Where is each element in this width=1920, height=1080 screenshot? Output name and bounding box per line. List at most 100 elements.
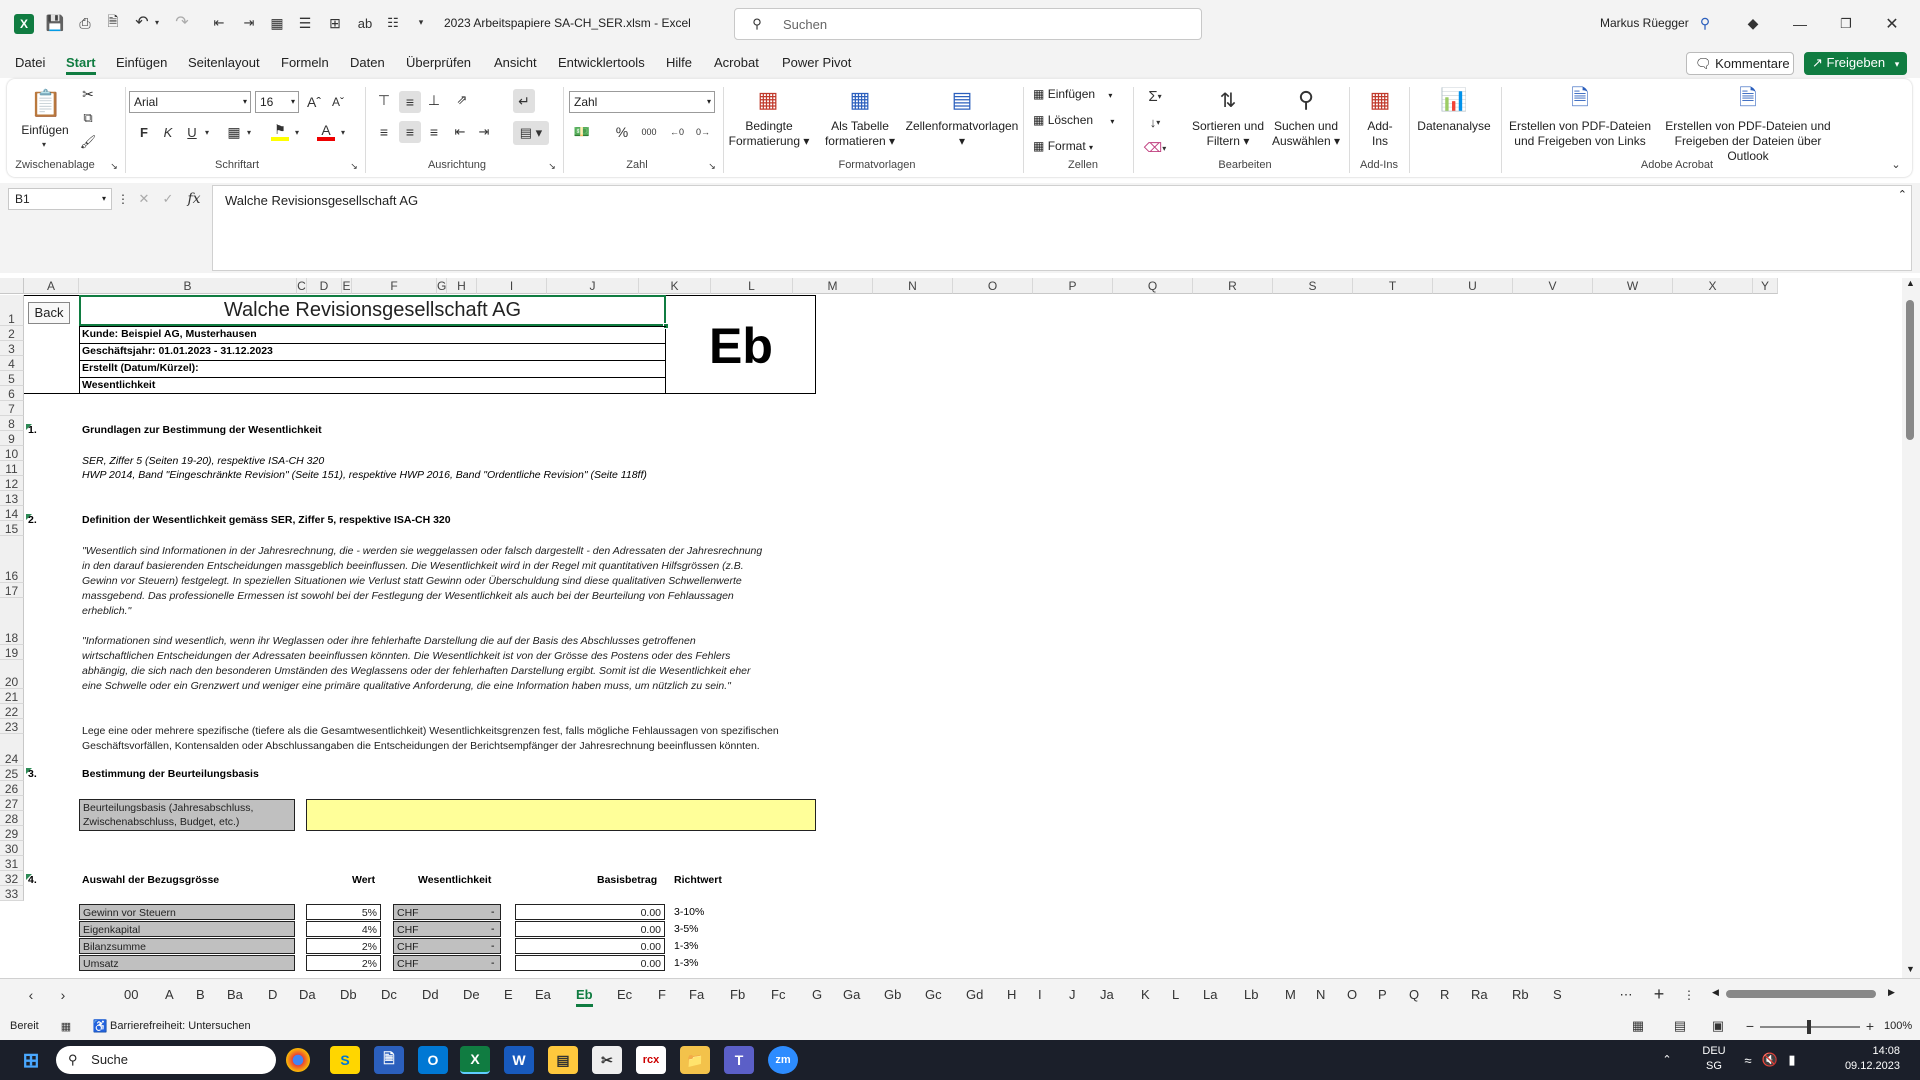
alignment-launcher-icon[interactable]: ↘ <box>547 161 557 171</box>
column-header-m[interactable]: M <box>793 278 873 294</box>
wrap-text-icon[interactable]: ↵ <box>513 89 535 113</box>
sheet-tab-h[interactable]: H <box>1007 987 1016 1002</box>
add-sheet-icon[interactable]: + <box>1650 984 1668 1004</box>
column-header-c[interactable]: C <box>297 278 307 294</box>
sheet-tab-f[interactable]: F <box>658 987 666 1002</box>
org-chart-icon[interactable]: ☷ <box>384 14 402 32</box>
column-header-y[interactable]: Y <box>1753 278 1778 294</box>
sheet-tab-la[interactable]: La <box>1203 987 1217 1002</box>
tab-ueberpruefen[interactable]: Überprüfen <box>406 55 471 70</box>
scroll-thumb[interactable] <box>1906 300 1914 440</box>
sheet-tab-j[interactable]: J <box>1069 987 1076 1002</box>
pdf-link-icon[interactable]: 🗎 <box>1565 85 1595 115</box>
tab-datei[interactable]: Datei <box>15 55 45 70</box>
sheet-tab-n[interactable]: N <box>1316 987 1325 1002</box>
column-header-s[interactable]: S <box>1273 278 1353 294</box>
align-center-icon[interactable]: ≡ <box>399 121 421 143</box>
wifi-icon[interactable]: ≈ <box>1740 1052 1756 1068</box>
row-header-15[interactable]: 15 <box>0 521 24 536</box>
taskbar-search[interactable]: ⚲ Suche <box>56 1046 276 1074</box>
row-header-3[interactable]: 3 <box>0 341 24 356</box>
row-header-16[interactable]: 16 <box>0 536 24 583</box>
cut-icon[interactable]: ✂ <box>79 85 97 103</box>
redo-icon[interactable]: ↷ <box>172 12 192 32</box>
borders-icon[interactable]: ⊞ <box>326 14 344 32</box>
data-analysis-icon[interactable]: 📊 <box>1439 85 1469 115</box>
horizontal-scrollbar[interactable]: ◀ ▶ <box>1712 987 1902 1001</box>
vertical-scrollbar[interactable]: ▲ ▼ <box>1902 278 1920 978</box>
list-icon[interactable]: ☰ <box>296 14 314 32</box>
pdf-outlook-label[interactable]: Erstellen von PDF-Dateien und Freigeben d… <box>1661 119 1835 164</box>
align-bottom-icon[interactable]: ⊥ <box>425 91 443 109</box>
customize-toolbar-icon[interactable]: ▾ <box>416 15 426 29</box>
bold-button[interactable]: F <box>135 123 153 141</box>
font-size-select[interactable]: 16 ▾ <box>255 91 299 113</box>
paste-label[interactable]: Einfügen <box>20 123 70 138</box>
row-header-24[interactable]: 24 <box>0 734 24 766</box>
cell-styles-label[interactable]: Zellenformatvorlagen ▾ <box>901 119 1023 149</box>
next-sheet-icon[interactable]: › <box>56 987 70 1003</box>
merge-center-icon[interactable]: ▤ ▾ <box>513 121 549 145</box>
sheet-tab-ra[interactable]: Ra <box>1471 987 1488 1002</box>
sort-filter-icon[interactable]: ⇅ <box>1213 85 1243 115</box>
autosum-icon[interactable]: Σ ▾ <box>1141 87 1169 105</box>
find-select-icon[interactable]: ⚲ <box>1291 85 1321 115</box>
strikethrough-icon[interactable]: ab <box>356 14 374 32</box>
sheet-tab-a[interactable]: A <box>165 987 174 1002</box>
confirm-icon[interactable]: ✓ <box>160 191 176 207</box>
sheet-tab-dc[interactable]: Dc <box>381 987 397 1002</box>
share-dropdown-icon[interactable]: ▾ <box>1895 59 1900 69</box>
cell-styles-icon[interactable]: ▤ <box>947 85 977 115</box>
sheet-tab-fa[interactable]: Fa <box>689 987 704 1002</box>
tray-expand-icon[interactable]: ⌃ <box>1660 1052 1674 1066</box>
pdf-outlook-icon[interactable]: 🗎 <box>1733 85 1763 115</box>
formula-input[interactable]: Walche Revisionsgesellschaft AG ⌃ <box>212 185 1912 271</box>
tab-power-pivot[interactable]: Power Pivot <box>782 55 851 70</box>
sheet-tab-k[interactable]: K <box>1141 987 1150 1002</box>
font-color-dropdown-icon[interactable]: ▾ <box>339 127 347 137</box>
underline-dropdown-icon[interactable]: ▾ <box>203 127 211 137</box>
data-analysis-label[interactable]: Datenanalyse <box>1413 119 1495 134</box>
row-header-32[interactable]: 32 <box>0 871 24 886</box>
column-header-f[interactable]: F <box>352 278 437 294</box>
macro-record-icon[interactable]: ▦ <box>58 1018 74 1034</box>
row-header-23[interactable]: 23 <box>0 719 24 734</box>
fill-color-icon[interactable]: ⚑ <box>271 122 289 141</box>
scroll-up-icon[interactable]: ▲ <box>1906 278 1915 288</box>
column-header-k[interactable]: K <box>639 278 711 294</box>
sheet-tab-b[interactable]: B <box>196 987 205 1002</box>
paste-dropdown-icon[interactable]: ▾ <box>39 139 49 149</box>
chrome-icon[interactable] <box>286 1048 310 1072</box>
font-color-icon[interactable]: A <box>317 122 335 141</box>
accessibility-icon[interactable]: ♿ <box>92 1018 108 1034</box>
sheet-tab-fb[interactable]: Fb <box>730 987 745 1002</box>
sort-filter-label[interactable]: Sortieren und Filtern ▾ <box>1187 119 1269 149</box>
word-icon[interactable]: W <box>504 1046 534 1074</box>
user-avatar-icon[interactable]: ⚲ <box>1696 14 1714 32</box>
h-scroll-thumb[interactable] <box>1726 990 1876 998</box>
column-header-o[interactable]: O <box>953 278 1033 294</box>
skype-icon[interactable]: S <box>330 1046 360 1074</box>
more-sheets-icon[interactable]: ⋯ <box>1618 987 1634 1003</box>
sheet-tab-q[interactable]: Q <box>1409 987 1419 1002</box>
sheet-tab-ea[interactable]: Ea <box>535 987 551 1002</box>
fill-dropdown-icon[interactable]: ▾ <box>293 127 301 137</box>
tab-ansicht[interactable]: Ansicht <box>494 55 537 70</box>
more-options-icon[interactable]: ⋮ <box>117 191 129 207</box>
undo-icon[interactable]: ↶ <box>132 12 152 32</box>
teams-icon[interactable]: T <box>724 1046 754 1074</box>
conditional-formatting-label[interactable]: Bedingte Formatierung ▾ <box>725 119 813 149</box>
column-header-i[interactable]: I <box>477 278 547 294</box>
sheet-tab-db[interactable]: Db <box>340 987 357 1002</box>
accessibility-status[interactable]: Barrierefreiheit: Untersuchen <box>110 1020 251 1032</box>
delete-cells-button[interactable]: ▦ Löschen ▾ <box>1033 113 1114 129</box>
column-header-w[interactable]: W <box>1593 278 1673 294</box>
scroll-right-icon[interactable]: ▶ <box>1888 987 1895 998</box>
borders-icon[interactable]: ▦ <box>225 123 243 141</box>
collapse-formula-icon[interactable]: ⌃ <box>1898 188 1907 201</box>
windows-start-icon[interactable]: ⊞ <box>16 1046 46 1074</box>
row-header-9[interactable]: 9 <box>0 431 24 446</box>
add-ins-icon[interactable]: ▦ <box>1365 85 1395 115</box>
column-header-v[interactable]: V <box>1513 278 1593 294</box>
sheet-tab-m[interactable]: M <box>1285 987 1296 1002</box>
